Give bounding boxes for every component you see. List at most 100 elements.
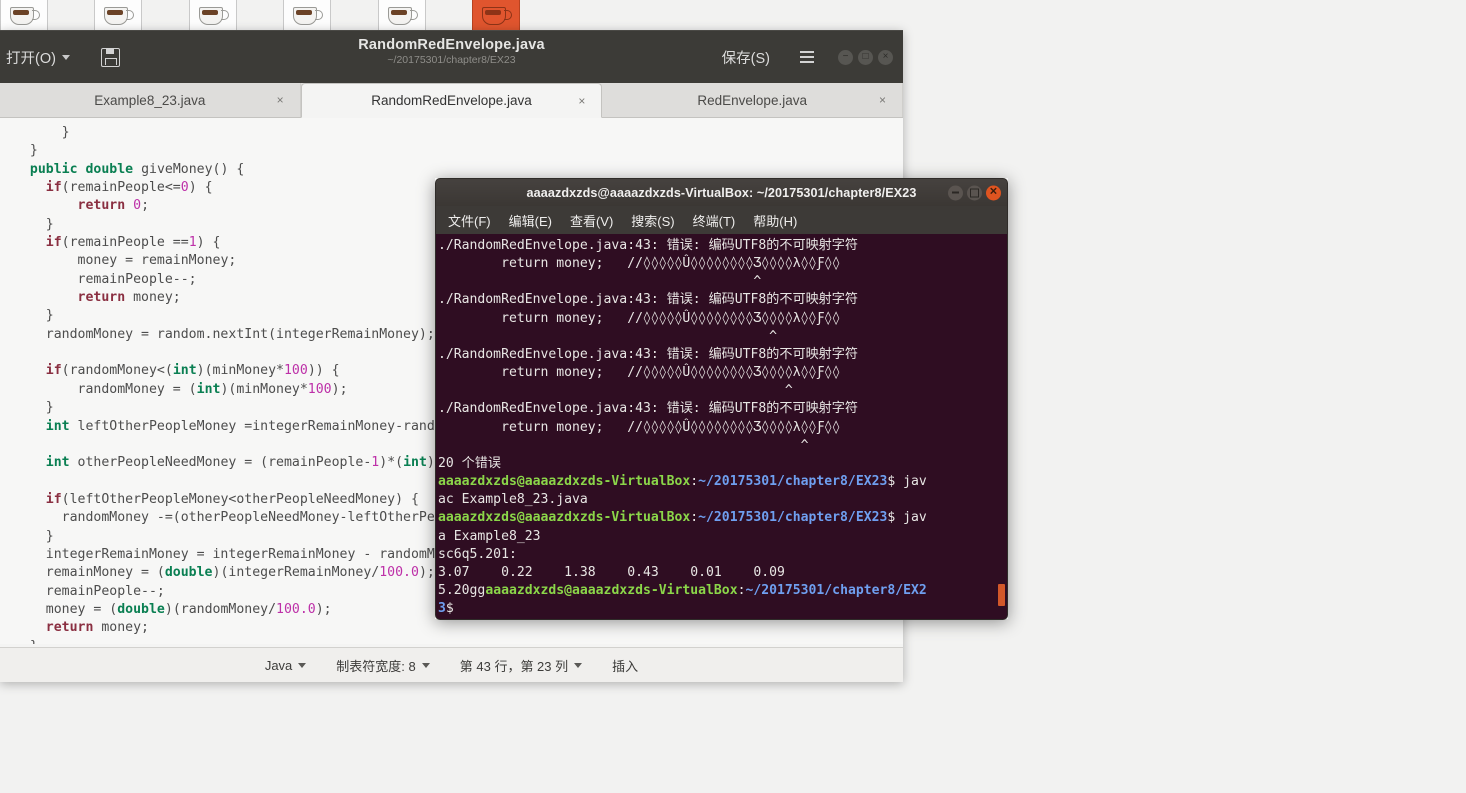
terminal-window-controls: ✕ bbox=[948, 185, 1001, 200]
close-icon[interactable]: ✕ bbox=[986, 185, 1001, 200]
code-token: int bbox=[172, 363, 197, 379]
icon-spacer bbox=[237, 0, 284, 33]
terminal-menubar: 文件(F) 编辑(E) 查看(V) 搜索(S) 终端(T) 帮助(H) bbox=[435, 206, 1008, 234]
code-line: } bbox=[14, 143, 38, 158]
code-line: remainMoney = (double)(integerRemainMone… bbox=[14, 565, 435, 580]
window-controls: − □ × bbox=[838, 49, 893, 65]
save-icon-button[interactable] bbox=[94, 42, 128, 72]
language-selector[interactable]: Java bbox=[265, 658, 307, 673]
terminal-output[interactable]: ./RandomRedEnvelope.java:43: 错误: 编码UTF8的… bbox=[436, 234, 1007, 618]
code-token: return bbox=[77, 198, 126, 214]
code-token: } bbox=[45, 400, 54, 416]
terminal-line: ac Example8_23.java bbox=[438, 492, 588, 507]
coffee-cup-icon bbox=[10, 7, 40, 25]
terminal-menu-item-1[interactable]: 编辑(E) bbox=[503, 209, 558, 232]
java-file-icon[interactable] bbox=[377, 0, 426, 32]
code-token: remainPeople--; bbox=[77, 271, 197, 287]
terminal-line: 3$ bbox=[438, 601, 462, 616]
desktop-icon-strip bbox=[0, 0, 520, 33]
terminal-line: ^ bbox=[438, 438, 809, 453]
code-line: randomMoney = (int)(minMoney*100); bbox=[14, 382, 348, 397]
close-icon[interactable]: × bbox=[878, 49, 893, 65]
code-token: (leftOtherPeopleMoney<otherPeopleNeedMon… bbox=[61, 491, 419, 507]
terminal-line: ./RandomRedEnvelope.java:43: 错误: 编码UTF8的… bbox=[438, 347, 858, 362]
terminal-body[interactable]: ./RandomRedEnvelope.java:43: 错误: 编码UTF8的… bbox=[435, 234, 1008, 620]
open-button[interactable]: 打开(O) bbox=[2, 40, 80, 75]
tab-close-icon[interactable]: × bbox=[578, 94, 585, 108]
tab-bar: Example8_23.java × RandomRedEnvelope.java ×… bbox=[0, 83, 904, 118]
terminal-token: sc6q5.201: bbox=[438, 546, 517, 562]
tab-width-label: 制表符宽度: 8 bbox=[336, 658, 416, 674]
terminal-token: ^ bbox=[438, 274, 762, 290]
terminal-menu-item-5[interactable]: 帮助(H) bbox=[747, 209, 803, 232]
gedit-titlebar: 打开(O) RandomRedEnvelope.java ~/20175301/… bbox=[0, 30, 903, 83]
desktop-screen: 打开(O) RandomRedEnvelope.java ~/20175301/… bbox=[0, 0, 1466, 793]
open-button-label: 打开(O) bbox=[6, 50, 56, 67]
minimize-icon[interactable]: − bbox=[838, 49, 853, 65]
terminal-line: ^ bbox=[438, 274, 761, 289]
minimize-icon[interactable] bbox=[948, 185, 963, 200]
chevron-down-icon bbox=[298, 662, 307, 668]
icon-spacer bbox=[142, 0, 189, 33]
code-token: ); bbox=[418, 565, 435, 581]
code-token: )(randomMoney/ bbox=[164, 601, 277, 617]
code-token: int bbox=[403, 455, 427, 471]
terminal-line: ./RandomRedEnvelope.java:43: 错误: 编码UTF8的… bbox=[438, 401, 858, 416]
terminal-token: 20 个错误 bbox=[438, 455, 501, 471]
code-token: money; bbox=[125, 290, 181, 306]
code-token: ); bbox=[315, 601, 332, 617]
java-file-icon[interactable] bbox=[0, 0, 48, 32]
code-line: if(leftOtherPeopleMoney<otherPeopleNeedM… bbox=[14, 492, 419, 507]
cursor-position-selector[interactable]: 第 43 行，第 23 列 bbox=[460, 656, 583, 675]
java-file-icon[interactable] bbox=[283, 0, 332, 32]
code-token: if bbox=[45, 235, 62, 251]
tab-close-icon[interactable]: × bbox=[879, 93, 886, 107]
java-file-icon[interactable] bbox=[94, 0, 143, 32]
code-token: remainPeople--; bbox=[45, 583, 165, 599]
code-token: } bbox=[45, 308, 54, 324]
maximize-icon[interactable] bbox=[967, 185, 982, 200]
insert-mode-indicator: 插入 bbox=[612, 656, 638, 675]
tab-0[interactable]: Example8_23.java × bbox=[0, 83, 301, 117]
tab-2[interactable]: RedEnvelope.java × bbox=[602, 83, 904, 117]
terminal-scrollbar[interactable] bbox=[998, 584, 1005, 606]
code-token: 100.0 bbox=[276, 601, 316, 617]
hamburger-menu-icon[interactable] bbox=[792, 42, 822, 72]
tab-close-icon[interactable]: × bbox=[277, 93, 284, 107]
terminal-token: $ jav bbox=[887, 474, 927, 490]
code-token: int bbox=[196, 381, 221, 397]
terminal-token: ^ bbox=[438, 328, 777, 344]
save-button[interactable]: 保存(S) bbox=[710, 41, 782, 74]
terminal-token: 3 bbox=[438, 601, 446, 617]
coffee-cup-icon bbox=[198, 7, 229, 25]
class-file-icon[interactable] bbox=[472, 0, 520, 32]
code-token: } bbox=[61, 125, 70, 140]
terminal-menu-item-0[interactable]: 文件(F) bbox=[442, 209, 497, 232]
maximize-icon[interactable]: □ bbox=[858, 49, 873, 65]
code-token: ) { bbox=[188, 180, 213, 196]
terminal-token: ~/20175301/chapter8/EX23 bbox=[698, 474, 888, 490]
code-line: return money; bbox=[14, 290, 181, 305]
code-token: 100 bbox=[283, 363, 308, 379]
code-line: remainPeople--; bbox=[14, 584, 165, 599]
terminal-line: return money; //◊◊◊◊◊Û◊◊◊◊◊◊◊◊Ʒ◊◊◊◊λ◊◊Ƒ◊… bbox=[438, 420, 840, 435]
code-token: (randomMoney<( bbox=[61, 363, 173, 379]
terminal-menu-item-2[interactable]: 查看(V) bbox=[564, 209, 619, 232]
code-line: randomMoney = random.nextInt(integerRema… bbox=[14, 327, 435, 342]
code-token: 100 bbox=[307, 381, 332, 397]
tab-1[interactable]: RandomRedEnvelope.java × bbox=[300, 83, 603, 118]
terminal-menu-item-3[interactable]: 搜索(S) bbox=[625, 209, 680, 232]
code-token: ) { bbox=[196, 235, 221, 251]
terminal-titlebar[interactable]: aaaazdxzds@aaaazdxzds-VirtualBox: ~/2017… bbox=[435, 178, 1008, 206]
terminal-token: ^ bbox=[438, 437, 809, 453]
terminal-token: return money; //◊◊◊◊◊Û◊◊◊◊◊◊◊◊Ʒ◊◊◊◊λ◊◊Ƒ◊… bbox=[438, 419, 841, 435]
terminal-token: ~/20175301/chapter8/EX23 bbox=[698, 510, 888, 526]
terminal-token: ~/20175301/chapter8/EX2 bbox=[745, 582, 927, 598]
code-token: randomMoney = ( bbox=[77, 381, 197, 397]
terminal-token: return money; //◊◊◊◊◊Û◊◊◊◊◊◊◊◊Ʒ◊◊◊◊λ◊◊Ƒ◊… bbox=[438, 310, 841, 326]
java-file-icon[interactable] bbox=[188, 0, 237, 32]
code-token: randomMoney = random.nextInt(integerRema… bbox=[45, 326, 435, 342]
terminal-menu-item-4[interactable]: 终端(T) bbox=[687, 209, 742, 232]
terminal-token: aaaazdxzds@aaaazdxzds-VirtualBox bbox=[438, 510, 691, 526]
tab-width-selector[interactable]: 制表符宽度: 8 bbox=[336, 656, 430, 675]
